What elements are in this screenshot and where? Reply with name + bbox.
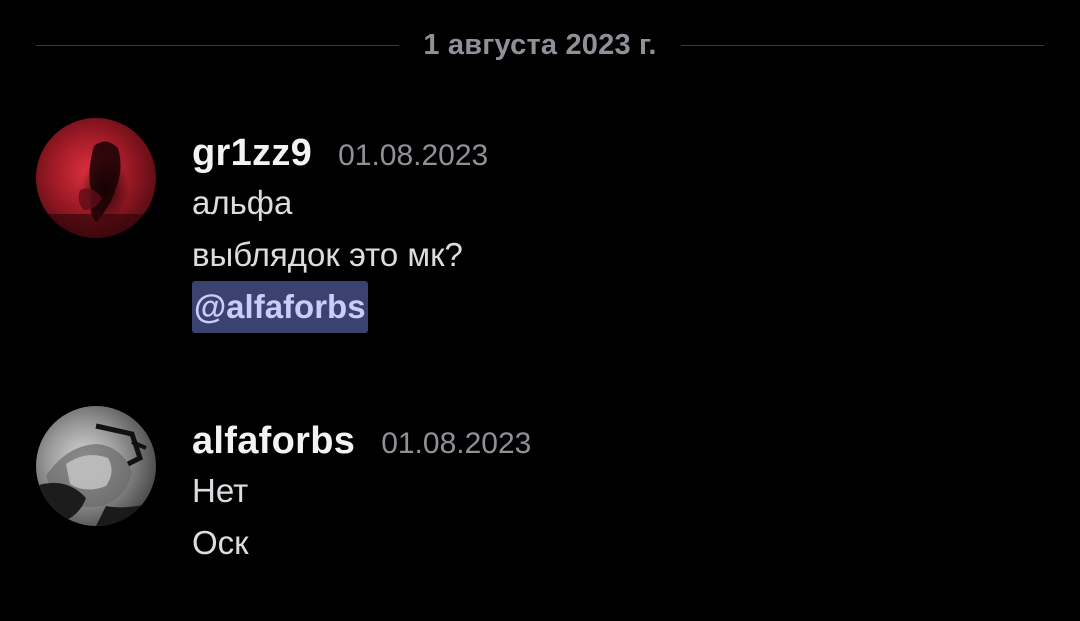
username[interactable]: gr1zz9: [192, 132, 312, 175]
divider-line-right: [680, 44, 1045, 46]
user-avatar[interactable]: [36, 118, 156, 238]
timestamp: 01.08.2023: [381, 427, 532, 460]
divider-line-left: [36, 44, 400, 46]
user-avatar-red-photo-icon: [36, 118, 156, 238]
username[interactable]: alfaforbs: [192, 420, 355, 463]
chat-view: 1 августа 2023 г. gr1zz9 01.08.2023 альф…: [0, 0, 1080, 621]
message-mention-row: @alfaforbs: [192, 281, 488, 333]
message-content: alfaforbs 01.08.2023 Нет Оск: [192, 420, 531, 561]
user-mention[interactable]: @alfaforbs: [192, 281, 368, 333]
message-content: gr1zz9 01.08.2023 альфа выблядок это мк?…: [192, 132, 488, 333]
date-divider-label: 1 августа 2023 г.: [423, 28, 657, 61]
message-text: выблядок это мк?: [192, 236, 463, 273]
user-avatar[interactable]: [36, 406, 156, 526]
message-text: Нет: [192, 472, 249, 509]
date-divider: 1 августа 2023 г.: [36, 22, 1045, 68]
user-avatar-grayscale-photo-icon: [36, 406, 156, 526]
message-header: alfaforbs 01.08.2023: [192, 420, 531, 464]
message-text: альфа: [192, 184, 293, 221]
message-header: gr1zz9 01.08.2023: [192, 132, 488, 176]
message-text: Оск: [192, 524, 249, 561]
timestamp: 01.08.2023: [338, 139, 489, 172]
